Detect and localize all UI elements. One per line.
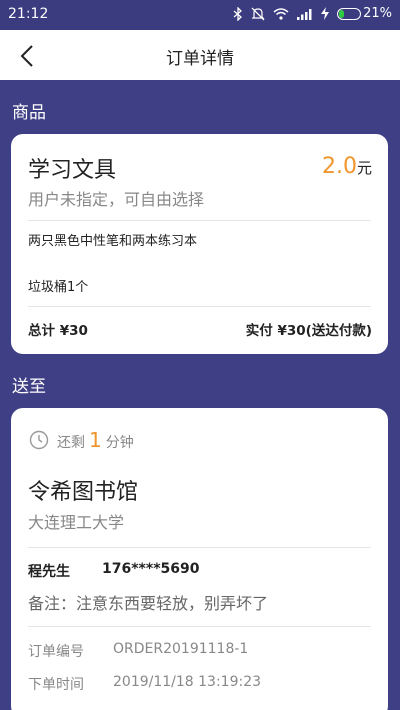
battery-percent: 21% xyxy=(363,6,392,21)
battery-fill xyxy=(339,9,344,18)
goods-description: 两只黑色中性笔和两本练习本 xyxy=(28,234,198,249)
divider xyxy=(28,220,371,221)
divider xyxy=(28,547,371,548)
charging-icon xyxy=(321,7,330,20)
price-unit: 元 xyxy=(356,159,372,177)
battery-indicator: 21% xyxy=(337,6,392,21)
clock-icon xyxy=(29,430,49,450)
status-time: 21:12 xyxy=(8,6,49,22)
order-no-label: 订单编号 xyxy=(28,644,84,660)
nav-bar: 订单详情 xyxy=(0,30,400,80)
status-bar: 21:12 21% xyxy=(0,0,400,30)
remain-number: 1 xyxy=(89,428,102,452)
signal-icon xyxy=(297,8,313,20)
goods-title: 学习文具 xyxy=(28,158,117,183)
contact-name: 程先生 xyxy=(28,564,70,580)
order-time-label: 下单时间 xyxy=(28,677,84,693)
order-total: 总计 ¥30 xyxy=(28,323,88,339)
mute-icon xyxy=(251,7,265,21)
status-icons: 21% xyxy=(233,6,392,21)
remain-unit: 分钟 xyxy=(105,435,134,451)
goods-card: 学习文具 2.0元 用户未指定，可自由选择 两只黑色中性笔和两本练习本 垃圾桶1… xyxy=(11,134,388,354)
divider xyxy=(28,626,371,627)
section-label-delivery: 送至 xyxy=(12,377,46,397)
remain-prefix: 还剩 xyxy=(57,435,85,451)
page-title: 订单详情 xyxy=(166,49,234,69)
delivery-school: 大连理工大学 xyxy=(28,513,125,532)
delivery-card: 还剩 1 分钟 令希图书馆 大连理工大学 程先生 176****5690 备注：… xyxy=(11,408,388,710)
goods-subtitle: 用户未指定，可自由选择 xyxy=(28,190,205,209)
section-label-goods: 商品 xyxy=(12,103,46,123)
order-note: 备注：注意东西要轻放，别弄坏了 xyxy=(28,594,269,613)
goods-price: 2.0元 xyxy=(322,154,372,179)
order-time: 2019/11/18 13:19:23 xyxy=(113,674,262,690)
remaining-time: 还剩 1 分钟 xyxy=(57,428,134,452)
divider xyxy=(28,306,371,307)
order-no: ORDER20191118-1 xyxy=(113,641,249,657)
contact-phone[interactable]: 176****5690 xyxy=(102,561,199,577)
goods-extra: 垃圾桶1个 xyxy=(28,280,89,295)
delivery-place: 令希图书馆 xyxy=(28,480,139,505)
bluetooth-icon xyxy=(233,6,243,21)
wifi-icon xyxy=(273,7,289,20)
battery-icon xyxy=(337,7,362,20)
order-paid: 实付 ¥30(送达付款) xyxy=(245,323,372,339)
price-value: 2.0 xyxy=(321,154,357,179)
